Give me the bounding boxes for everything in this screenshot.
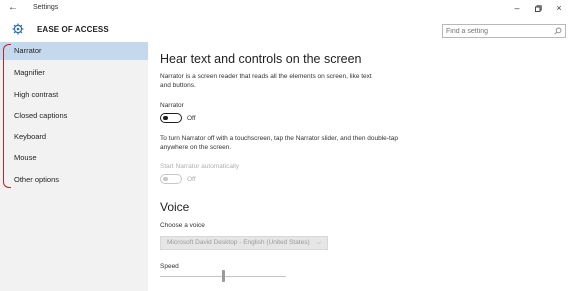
sidebar-item-narrator[interactable]: Narrator [0, 42, 148, 60]
main-content: Hear text and controls on the screen Nar… [160, 42, 570, 291]
window-title: Settings [33, 4, 59, 11]
ease-of-access-gear-icon [12, 23, 24, 35]
voice-dropdown-value: Microsoft David Desktop - English (Unite… [167, 239, 310, 246]
search-box[interactable] [442, 24, 566, 38]
sidebar-item-high-contrast[interactable]: High contrast [0, 86, 148, 104]
chevron-down-icon: ⌵ [316, 240, 321, 246]
speed-label: Speed [160, 263, 179, 270]
search-icon[interactable] [554, 27, 562, 35]
sidebar-item-mouse[interactable]: Mouse [0, 149, 148, 167]
speed-slider-thumb[interactable] [221, 270, 225, 282]
voice-heading: Voice [160, 200, 190, 214]
narrator-toggle[interactable] [160, 113, 182, 123]
close-button[interactable]: × [552, 3, 566, 13]
choose-voice-label: Choose a voice [160, 222, 205, 229]
sidebar-item-keyboard[interactable]: Keyboard [0, 128, 148, 146]
narrator-description: Narrator is a screen reader that reads a… [160, 73, 372, 89]
minimize-button[interactable]: – [510, 3, 524, 13]
maximize-icon [535, 5, 542, 12]
auto-start-toggle[interactable] [160, 174, 182, 184]
voice-dropdown[interactable]: Microsoft David Desktop - English (Unite… [160, 236, 328, 250]
toggle-knob [163, 176, 168, 182]
section-heading: Hear text and controls on the screen [160, 52, 362, 66]
touch-hint: To turn Narrator off with a touchscreen,… [160, 135, 398, 151]
sidebar: Narrator Magnifier High contrast Closed … [0, 42, 148, 291]
narrator-toggle-state: Off [187, 115, 196, 122]
sidebar-item-magnifier[interactable]: Magnifier [0, 64, 148, 82]
sidebar-item-other-options[interactable]: Other options [0, 171, 148, 189]
sidebar-item-closed-captions[interactable]: Closed captions [0, 107, 148, 125]
narrator-label: Narrator [160, 102, 184, 109]
auto-start-toggle-state: Off [187, 176, 196, 183]
toggle-knob [163, 115, 168, 121]
search-input[interactable] [446, 25, 546, 37]
back-arrow-icon[interactable]: ← [8, 2, 18, 13]
maximize-button[interactable] [531, 3, 545, 15]
annotation-bracket [3, 44, 11, 188]
page-title: EASE OF ACCESS [37, 25, 109, 34]
title-bar: ← Settings – × [0, 0, 574, 18]
auto-start-label: Start Narrator automatically [160, 163, 240, 170]
page-header: EASE OF ACCESS [0, 18, 574, 42]
